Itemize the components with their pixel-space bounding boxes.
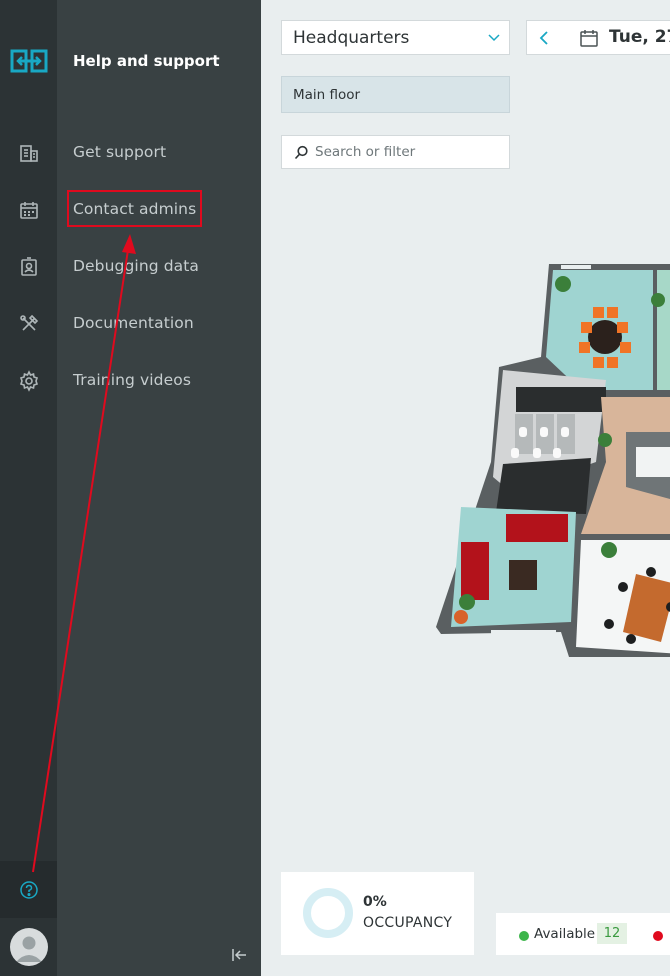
location-select[interactable]: Headquarters [281,20,510,55]
badge-icon[interactable] [18,256,40,278]
tools-icon[interactable] [18,313,40,335]
building-icon[interactable] [18,142,40,164]
floor-item-main[interactable]: Main floor [281,76,510,113]
gear-icon[interactable] [18,370,40,392]
menu-item-documentation[interactable]: Documentation [73,314,194,332]
app-logo-icon[interactable] [10,49,48,73]
occupancy-label: OCCUPANCY [363,915,453,931]
search-input[interactable] [315,143,500,161]
question-circle-icon[interactable] [18,879,40,901]
chevron-left-icon[interactable] [537,30,551,46]
collapse-panel-icon[interactable] [229,945,249,965]
panel-title: Help and support [73,52,220,70]
date-value: Tue, 27 [609,27,670,47]
floor-label: Main floor [293,87,361,103]
icon-rail [0,0,57,976]
main-area: Headquarters Tue, 27 Main floor [261,0,670,976]
menu-item-get-support[interactable]: Get support [73,143,166,161]
annotation-highlight-box [67,190,202,227]
available-label: Available [534,926,596,942]
search-icon [294,145,309,160]
calendar-icon [579,28,599,48]
calendar-icon[interactable] [18,199,40,221]
occupancy-value: 0% [363,894,387,910]
date-picker[interactable]: Tue, 27 [526,20,670,55]
user-avatar[interactable] [10,928,48,966]
occupied-dot-icon [653,931,663,941]
menu-item-debugging-data[interactable]: Debugging data [73,257,199,275]
menu-item-training-videos[interactable]: Training videos [73,371,191,389]
help-panel: Help and support Get support Contact adm… [57,0,261,976]
chevron-down-icon [487,31,501,45]
available-dot-icon [519,931,529,941]
availability-legend: Available 12 [496,913,670,955]
search-box[interactable] [281,135,510,169]
location-value: Headquarters [293,28,410,48]
floor-plan-map[interactable] [431,262,670,672]
occupancy-ring-chart [301,886,355,940]
available-count-badge: 12 [597,923,627,944]
occupancy-card: 0% OCCUPANCY [281,872,474,955]
